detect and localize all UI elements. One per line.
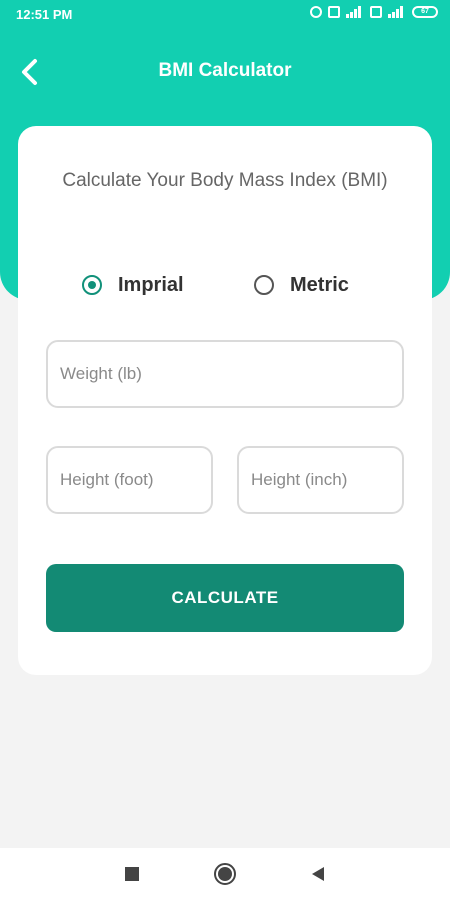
- card-subtitle: Calculate Your Body Mass Index (BMI): [62, 170, 388, 191]
- calculate-button[interactable]: CALCULATE: [46, 564, 404, 632]
- metric-label: Metric: [290, 273, 349, 296]
- radio-checked-icon[interactable]: [82, 275, 102, 295]
- imperial-radio-option[interactable]: Imprial: [82, 270, 184, 300]
- system-back-button[interactable]: [306, 862, 330, 886]
- status-time: 12:51 PM: [16, 7, 73, 22]
- height-foot-input[interactable]: [46, 446, 213, 514]
- signal-icon: [388, 6, 406, 18]
- sim-icon: [370, 6, 382, 18]
- height-inch-input[interactable]: [237, 446, 404, 514]
- metric-radio-option[interactable]: Metric: [254, 270, 349, 300]
- square-icon: [125, 867, 139, 881]
- status-icons: 67: [310, 6, 438, 18]
- radio-unchecked-icon[interactable]: [254, 275, 274, 295]
- alarm-icon: [310, 6, 322, 18]
- app-bar: BMI Calculator: [0, 40, 450, 104]
- weight-input[interactable]: [46, 340, 404, 408]
- recents-button[interactable]: [120, 862, 144, 886]
- circle-icon: [214, 863, 236, 885]
- system-nav-bar: [0, 848, 450, 900]
- triangle-icon: [312, 867, 324, 881]
- signal-icon: [346, 6, 364, 18]
- bmi-card: Calculate Your Body Mass Index (BMI) Imp…: [18, 126, 432, 675]
- home-button[interactable]: [213, 862, 237, 886]
- sim-icon: [328, 6, 340, 18]
- battery-icon: 67: [412, 6, 438, 18]
- page-title: BMI Calculator: [158, 60, 292, 81]
- imperial-label: Imprial: [118, 273, 184, 296]
- status-bar: 12:51 PM 67: [0, 0, 450, 30]
